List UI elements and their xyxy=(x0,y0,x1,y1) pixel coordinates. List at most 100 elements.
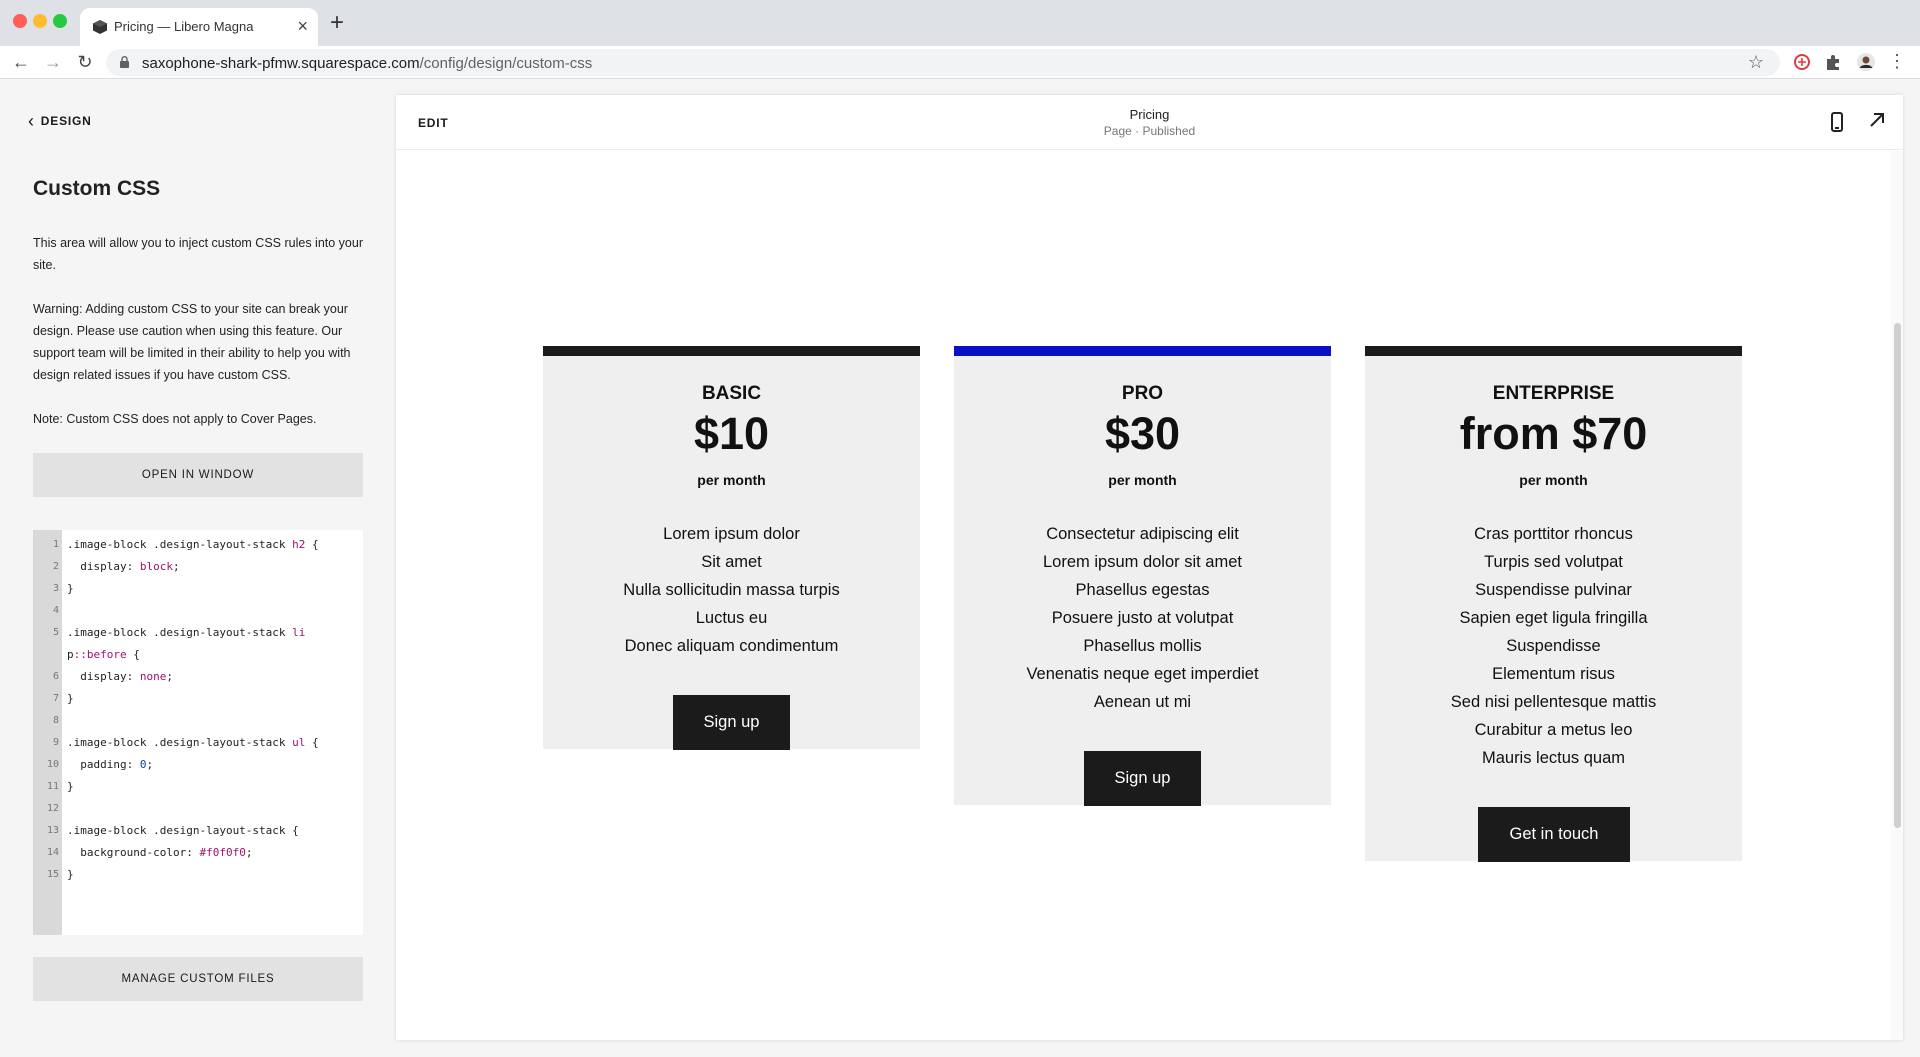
code-text: .image-block .design-layout-stack ul { xyxy=(67,732,319,754)
code-line[interactable]: 3} xyxy=(33,578,363,600)
code-token: background-color: xyxy=(67,846,200,859)
code-token: } xyxy=(67,868,74,881)
bookmark-star-icon[interactable]: ☆ xyxy=(1748,52,1764,73)
line-number: 1 xyxy=(52,539,59,550)
sign-up-button[interactable]: Sign up xyxy=(673,695,790,750)
browser-tab-active[interactable]: Pricing — Libero Magna × xyxy=(80,8,318,46)
code-line[interactable]: 5 .image-block .design-layout-stack li xyxy=(33,622,363,644)
code-line[interactable]: 11} xyxy=(33,776,363,798)
code-line[interactable]: 14 background-color: #f0f0f0; xyxy=(33,842,363,864)
code-line[interactable]: 2 display: block; xyxy=(33,556,363,578)
line-number: 7 xyxy=(52,693,59,704)
forward-arrow-icon[interactable]: → xyxy=(42,51,64,73)
manage-custom-files-button[interactable]: MANAGE CUSTOM FILES xyxy=(33,957,363,1001)
plan-name: BASIC xyxy=(701,383,762,404)
code-line[interactable]: 9 .image-block .design-layout-stack ul { xyxy=(33,732,363,754)
panel-warning: Warning: Adding custom CSS to your site … xyxy=(33,302,351,382)
lock-icon xyxy=(120,56,129,68)
code-keyword: ::before xyxy=(73,648,127,661)
close-window-button[interactable] xyxy=(13,14,27,28)
url-path: /config/design/custom-css xyxy=(419,55,593,72)
panel-description: This area will allow you to inject custo… xyxy=(33,236,363,272)
back-link-label: DESIGN xyxy=(40,114,92,128)
profile-avatar-icon[interactable] xyxy=(1856,52,1876,72)
feature-item: Donec aliquam condimentum xyxy=(624,637,839,655)
get-in-touch-button[interactable]: Get in touch xyxy=(1478,807,1630,862)
code-text: .image-block .design-layout-stack li xyxy=(67,622,305,644)
expand-icon[interactable] xyxy=(1867,110,1887,130)
sign-up-button[interactable]: Sign up xyxy=(1084,751,1201,806)
line-number: 15 xyxy=(46,869,59,880)
code-line[interactable]: 12 xyxy=(33,798,363,820)
line-number: 4 xyxy=(52,605,59,616)
chevron-left-icon: ‹ xyxy=(28,111,35,131)
code-text: } xyxy=(67,578,74,600)
tab-title: Pricing — Libero Magna xyxy=(114,19,254,34)
code-text: .image-block .design-layout-stack h2 { xyxy=(67,534,319,556)
new-tab-button[interactable]: + xyxy=(330,10,344,36)
page-name: Pricing xyxy=(1129,107,1170,122)
feature-item: Mauris lectus quam xyxy=(1481,749,1626,767)
preview-scrollbar[interactable] xyxy=(1891,151,1903,1040)
feature-item: Luctus eu xyxy=(695,609,768,627)
back-arrow-icon[interactable]: ← xyxy=(10,51,32,73)
plan-period: per month xyxy=(1519,472,1588,488)
line-number: 13 xyxy=(46,825,59,836)
plan-name: ENTERPRISE xyxy=(1492,383,1615,404)
open-in-window-button[interactable]: OPEN IN WINDOW xyxy=(33,453,363,497)
browser-menu-icon[interactable]: ⋮ xyxy=(1888,51,1906,72)
code-token: p xyxy=(67,648,74,661)
address-bar[interactable]: saxophone-shark-pfmw.squarespace.com/con… xyxy=(106,49,1780,76)
minimize-window-button[interactable] xyxy=(33,14,47,28)
code-line[interactable]: 10 padding: 0; xyxy=(33,754,363,776)
plan-price: from $70 xyxy=(1459,408,1648,459)
code-line[interactable]: p::before { xyxy=(33,644,363,666)
feature-item: Lorem ipsum dolor xyxy=(663,525,800,543)
card-accent-bar xyxy=(1365,346,1742,356)
tab-close-icon[interactable]: × xyxy=(297,16,308,36)
plan-price: $10 xyxy=(693,408,770,459)
code-line[interactable]: 6 display: none; xyxy=(33,666,363,688)
mobile-icon[interactable] xyxy=(1831,112,1843,132)
code-keyword: none xyxy=(139,670,167,683)
code-text: } xyxy=(67,776,74,798)
url-text: saxophone-shark-pfmw.squarespace.com/con… xyxy=(142,55,592,72)
extensions-puzzle-icon[interactable] xyxy=(1823,52,1843,72)
line-number: 9 xyxy=(52,737,59,748)
code-line[interactable]: 1 .image-block .design-layout-stack h2 { xyxy=(33,534,363,556)
browser-tab-bar: Pricing — Libero Magna × + xyxy=(0,0,1920,46)
extension-red-icon[interactable] xyxy=(1792,52,1812,72)
feature-item: Lorem ipsum dolor sit amet xyxy=(1043,553,1242,571)
code-line[interactable]: 7} xyxy=(33,688,363,710)
code-token: .image-block .design-layout-stack { xyxy=(67,824,299,837)
code-line[interactable]: 8 xyxy=(33,710,363,732)
code-line[interactable]: 15} xyxy=(33,864,363,886)
line-number: 3 xyxy=(52,583,59,594)
code-token: } xyxy=(67,582,74,595)
back-to-design-link[interactable]: ‹ DESIGN xyxy=(28,111,92,131)
reload-icon[interactable]: ↻ xyxy=(74,51,96,73)
site-preview: EDIT Pricing Page · Published BASIC $10 … xyxy=(396,95,1903,1040)
line-number: 8 xyxy=(52,715,59,726)
line-number: 6 xyxy=(52,671,59,682)
zoom-window-button[interactable] xyxy=(53,14,67,28)
scrollbar-thumb[interactable] xyxy=(1894,323,1901,828)
code-line[interactable]: 4 xyxy=(33,600,363,622)
code-keyword: #f0f0f0 xyxy=(199,846,246,859)
card-accent-bar xyxy=(543,346,920,356)
code-token: ; xyxy=(245,846,253,859)
css-code-editor[interactable]: 1 .image-block .design-layout-stack h2 {2… xyxy=(33,530,363,935)
squarespace-favicon-icon xyxy=(93,20,107,34)
code-keyword: ul xyxy=(292,736,306,749)
feature-item: Curabitur a metus leo xyxy=(1474,721,1633,739)
line-number: 12 xyxy=(46,803,59,814)
code-token: { xyxy=(305,538,319,551)
code-token: { xyxy=(305,736,319,749)
feature-item: Suspendisse xyxy=(1506,637,1601,655)
feature-item: Consectetur adipiscing elit xyxy=(1046,525,1239,543)
url-host: saxophone-shark-pfmw.squarespace.com xyxy=(142,55,420,72)
code-line[interactable]: 13 .image-block .design-layout-stack { xyxy=(33,820,363,842)
line-number: 14 xyxy=(46,847,59,858)
code-token: .image-block .design-layout-stack xyxy=(67,626,293,639)
preview-header: EDIT Pricing Page · Published xyxy=(396,95,1903,150)
